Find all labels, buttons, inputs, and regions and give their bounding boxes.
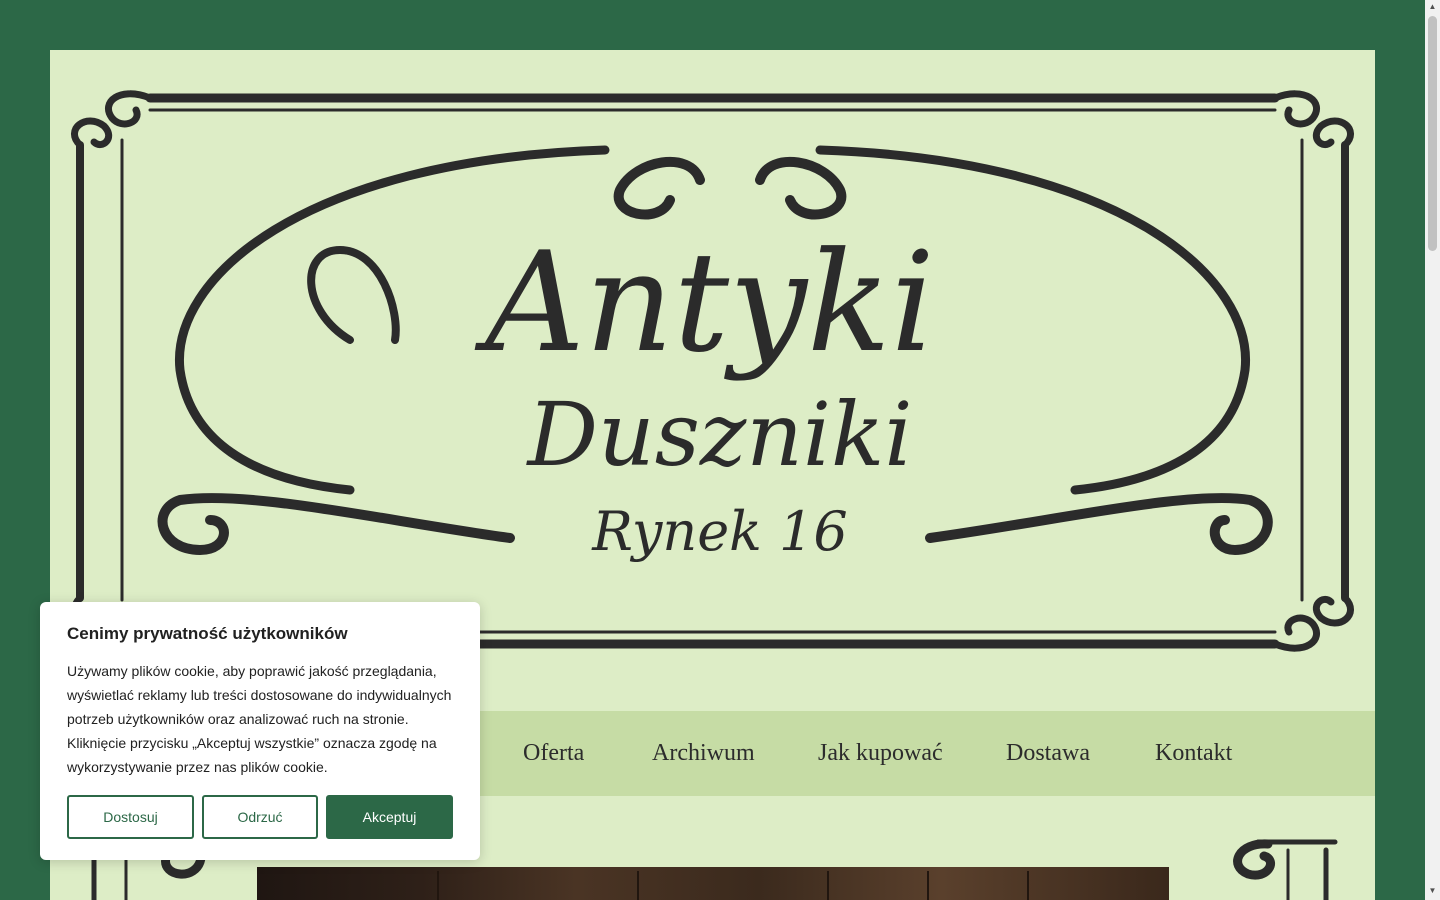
accept-button[interactable]: Akceptuj <box>326 795 453 839</box>
triangle-down-icon[interactable]: ▼ <box>1425 884 1440 898</box>
photo-detail <box>437 871 439 900</box>
triangle-up-icon[interactable]: ▲ <box>1425 0 1440 14</box>
cookie-title: Cenimy prywatność użytkowników <box>67 624 348 643</box>
photo-detail <box>1027 871 1029 900</box>
logo-title: Antyki <box>474 222 935 383</box>
featured-photo <box>257 867 1169 900</box>
nav-item-jak-kupowac[interactable]: Jak kupować <box>818 711 943 796</box>
cookie-consent-banner: Cenimy prywatność użytkowników Używamy p… <box>40 602 480 860</box>
cookie-description: Używamy plików cookie, aby poprawić jako… <box>67 663 452 775</box>
nav-item-dostawa[interactable]: Dostawa <box>1006 711 1090 796</box>
scrollbar-thumb[interactable] <box>1428 16 1437 251</box>
reject-button[interactable]: Odrzuć <box>202 795 318 839</box>
right-ornament <box>1233 839 1338 900</box>
nav-item-kontakt[interactable]: Kontakt <box>1155 711 1232 796</box>
nav-item-oferta[interactable]: Oferta <box>523 711 584 796</box>
scrollbar[interactable]: ▲ ▼ <box>1425 0 1440 900</box>
logo-address: Rynek 16 <box>591 500 848 563</box>
photo-detail <box>927 871 929 900</box>
photo-detail <box>637 871 639 900</box>
customize-button[interactable]: Dostosuj <box>67 795 194 839</box>
nav-item-archiwum[interactable]: Archiwum <box>652 711 755 796</box>
photo-detail <box>827 871 829 900</box>
logo-subtitle: Duszniki <box>525 383 912 486</box>
